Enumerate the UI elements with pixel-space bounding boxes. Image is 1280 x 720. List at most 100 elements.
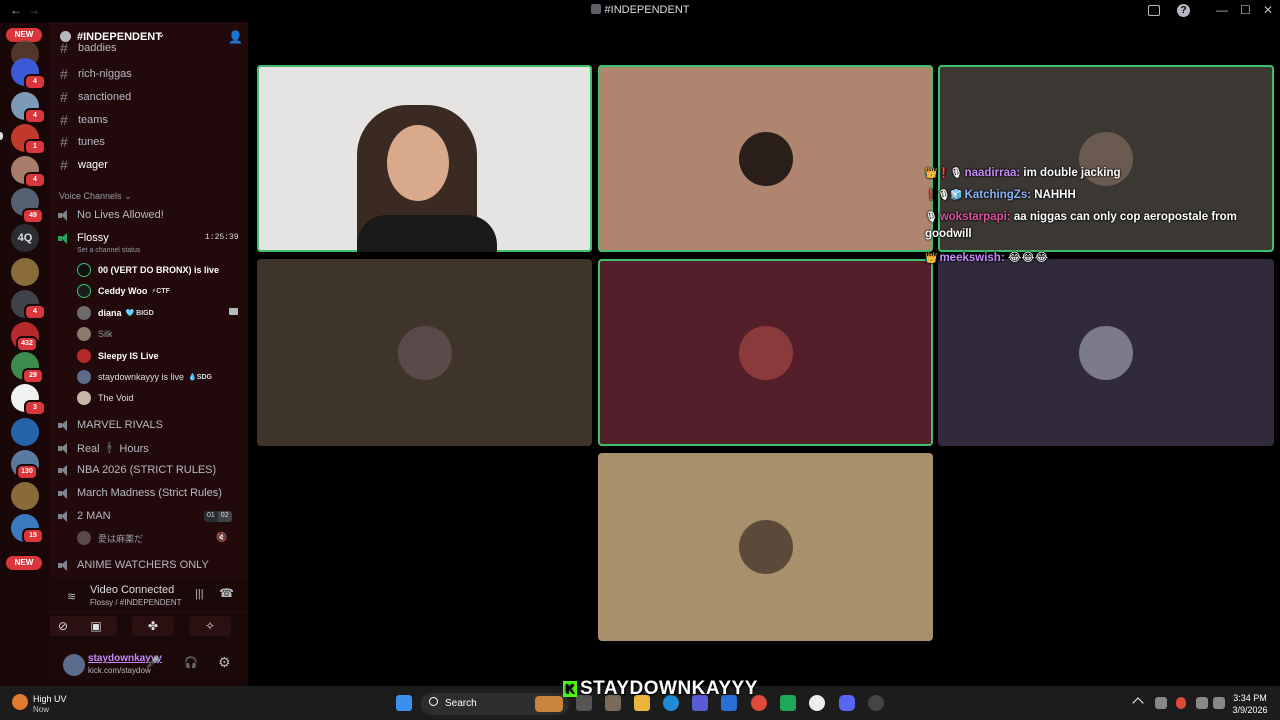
add-member-icon[interactable]: 👤 xyxy=(228,30,243,44)
app-icon[interactable] xyxy=(868,695,884,711)
voice-channel-flossy[interactable]: Flossy xyxy=(58,228,109,248)
voice-channel-march[interactable]: March Madness (Strict Rules) xyxy=(58,483,222,503)
voice-member[interactable]: Ceddy Woo ⚡CTF xyxy=(77,281,170,301)
avatar xyxy=(77,284,91,298)
voice-channel-marvel[interactable]: MARVEL RIVALS xyxy=(58,415,163,435)
settings-gear-icon[interactable]: ⚙ xyxy=(218,654,231,671)
chat-message: 👑❗🎙 naadirraa: im double jacking xyxy=(925,167,1121,179)
windows-start-icon[interactable] xyxy=(396,695,412,711)
video-tile[interactable] xyxy=(938,259,1274,446)
video-tile[interactable] xyxy=(598,453,933,641)
wifi-icon[interactable] xyxy=(1196,697,1208,709)
channel-wager[interactable]: # wager xyxy=(60,155,108,175)
voice-header-label: Voice Channels xyxy=(59,191,122,201)
close-button[interactable]: ✕ xyxy=(1263,3,1273,17)
voice-member[interactable]: diana 🩵 BIGD xyxy=(77,303,154,323)
stream-watermark: K STAYDOWNKAYYY xyxy=(563,678,758,700)
headphones-icon[interactable]: 🎧 xyxy=(184,656,198,669)
chat-badges: 👑 xyxy=(925,253,938,264)
mention-badge: 130 xyxy=(16,464,38,480)
taskbar-search[interactable]: Search xyxy=(421,693,569,715)
member-name: 愛は麻薬だ xyxy=(98,533,144,544)
app-icon[interactable] xyxy=(780,695,796,711)
avatar[interactable] xyxy=(63,654,85,676)
voice-member[interactable]: Sleepy IS Live xyxy=(77,346,159,366)
channel-teams[interactable]: # teams xyxy=(60,110,108,130)
microphone-icon[interactable]: 🎤 xyxy=(146,656,160,669)
noise-suppression-icon[interactable]: ||| xyxy=(195,588,204,600)
volume-icon[interactable] xyxy=(1213,697,1225,709)
avatar xyxy=(77,349,91,363)
member-name: Silk xyxy=(98,329,113,339)
participant-avatar xyxy=(738,325,793,380)
video-tile-camera[interactable] xyxy=(257,65,592,252)
avatar xyxy=(77,306,91,320)
server-icon[interactable] xyxy=(11,258,39,286)
chevron-up-icon[interactable] xyxy=(1132,697,1144,709)
voice-channel-real-hours[interactable]: Real 🕴🏿 Hours xyxy=(58,438,149,458)
channel-label: wager xyxy=(78,159,108,171)
soundboard-icon: ✧ xyxy=(204,619,216,633)
voice-member[interactable]: 00 (VERT DO BRONX) is live xyxy=(77,260,219,280)
voice-channel-label: No Lives Allowed! xyxy=(77,209,164,221)
voice-channels-header[interactable]: Voice Channels ⌄ xyxy=(59,191,132,202)
voice-channel-2-man[interactable]: 2 MAN xyxy=(58,506,111,526)
channel-tunes[interactable]: # tunes xyxy=(60,132,105,152)
voice-channel-nba[interactable]: NBA 2026 (STRICT RULES) xyxy=(58,460,216,480)
video-tile[interactable] xyxy=(938,65,1274,252)
mention-badge: 432 xyxy=(16,336,38,352)
soundboard-button[interactable]: ✧ xyxy=(189,616,231,636)
obs-icon[interactable] xyxy=(809,695,825,711)
voice-location[interactable]: Flossy / #INDEPENDENT xyxy=(90,598,182,607)
activities-button[interactable]: ✤ xyxy=(132,616,174,636)
disconnect-icon[interactable]: ☎ xyxy=(219,586,234,600)
server-4q[interactable]: 4Q xyxy=(11,224,39,252)
help-icon[interactable]: ? xyxy=(1177,4,1190,17)
channel-sanctioned[interactable]: # sanctioned xyxy=(60,87,131,107)
mention-badge: 4 xyxy=(24,172,46,188)
chat-username: KatchingZs: xyxy=(964,189,1032,201)
window-title-wrap: #INDEPENDENT xyxy=(0,4,1280,16)
video-tile[interactable] xyxy=(598,259,933,446)
member-name: Ceddy Woo xyxy=(98,286,148,296)
voice-member[interactable]: staydownkayyy is live 💧SDG xyxy=(77,367,212,387)
voice-channel-no-lives[interactable]: No Lives Allowed! xyxy=(58,205,164,225)
video-tile[interactable] xyxy=(257,259,592,446)
inbox-icon[interactable] xyxy=(1148,5,1160,16)
hash-icon: # xyxy=(60,134,68,150)
video-tile[interactable] xyxy=(598,65,933,252)
user-count: 01 xyxy=(204,511,218,522)
voice-member[interactable]: Silk xyxy=(77,324,113,344)
voice-member[interactable]: The Void xyxy=(77,388,134,408)
set-channel-status[interactable]: Set a channel status xyxy=(77,247,140,254)
voice-channel-label: MARVEL RIVALS xyxy=(77,419,163,431)
chat-badges: 👑❗🎙 xyxy=(925,168,963,179)
search-highlight-icon xyxy=(535,696,563,712)
server-icon[interactable] xyxy=(11,418,39,446)
minimize-button[interactable]: — xyxy=(1216,3,1228,17)
screen-share-button[interactable]: ▣ xyxy=(75,616,117,636)
chat-message-continued: goodwill xyxy=(925,228,972,240)
clock-time[interactable]: 3:34 PM xyxy=(1230,693,1270,703)
chat-text: im double jacking xyxy=(1023,167,1121,179)
voice-channel-label: March Madness (Strict Rules) xyxy=(77,487,222,499)
server-icon[interactable] xyxy=(11,482,39,510)
discord-icon[interactable] xyxy=(839,695,855,711)
chat-badges: ❗🎙🧊 xyxy=(925,190,963,201)
speaker-icon xyxy=(58,487,71,499)
avatar xyxy=(77,327,91,341)
channel-baddies[interactable]: # baddies xyxy=(60,42,117,54)
server-icon xyxy=(590,4,601,14)
microphone-tray-icon[interactable] xyxy=(1176,697,1186,709)
user-custom-status: kick.com/staydow xyxy=(88,666,151,675)
weather-sub: Now xyxy=(33,705,50,714)
network-icon[interactable] xyxy=(1155,697,1167,709)
voice-channel-anime[interactable]: ANIME WATCHERS ONLY xyxy=(58,555,209,575)
clock-date[interactable]: 3/9/2026 xyxy=(1230,705,1270,715)
channel-rich-niggas[interactable]: # rich-niggas xyxy=(60,64,132,84)
chat-message: 👑 meekswish: 😂😂😂 xyxy=(925,250,1048,264)
weather-icon[interactable] xyxy=(12,694,28,710)
maximize-button[interactable]: ☐ xyxy=(1240,3,1251,17)
speaker-icon xyxy=(58,464,71,476)
voice-member[interactable]: 愛は麻薬だ xyxy=(77,528,143,548)
